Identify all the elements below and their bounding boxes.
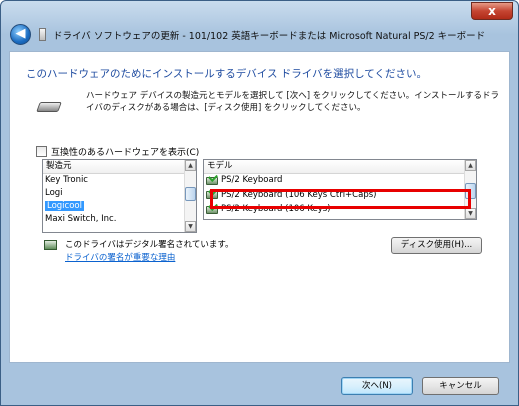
instruction-text: ハードウェア デバイスの製造元とモデルを選択して [次へ] をクリックしてくださ… <box>86 91 500 113</box>
manufacturer-item-selected[interactable]: Logicool <box>43 200 196 213</box>
next-button[interactable]: 次へ(N) <box>341 377 413 395</box>
manufacturer-header: 製造元 <box>43 160 196 174</box>
manufacturer-item[interactable]: Key Tronic <box>43 174 196 187</box>
window-title: ドライバ ソフトウェアの更新 - 101/102 英語キーボードまたは Micr… <box>53 31 486 42</box>
manufacturer-list[interactable]: 製造元 Key Tronic Logi Logicool Maxi Switch… <box>42 159 197 233</box>
keyboard-icon <box>36 102 62 112</box>
driver-icon <box>206 176 218 185</box>
compat-label: 互換性のあるハードウェアを表示(C) <box>51 148 200 158</box>
model-header: モデル <box>204 160 476 174</box>
model-item[interactable]: PS/2 Keyboard <box>204 174 476 187</box>
scroll-down-icon[interactable]: ▼ <box>465 208 476 219</box>
close-button[interactable]: x <box>471 2 513 20</box>
scroll-thumb[interactable] <box>185 187 196 201</box>
scroll-up-icon[interactable]: ▲ <box>465 160 476 171</box>
device-icon <box>39 28 46 41</box>
cancel-button[interactable]: キャンセル <box>422 377 499 395</box>
back-button[interactable]: ◀ <box>10 24 31 45</box>
wizard-content: このハードウェアのためにインストールするデバイス ドライバを選択してください。 … <box>9 51 510 363</box>
signature-status: このドライバはデジタル署名されています。 <box>65 240 234 250</box>
scroll-down-icon[interactable]: ▼ <box>185 221 196 232</box>
driver-update-window: x ◀ ドライバ ソフトウェアの更新 - 101/102 英語キーボードまたは … <box>0 0 519 406</box>
compat-hardware-option[interactable]: 互換性のあるハードウェアを表示(C) <box>36 145 199 158</box>
signed-driver-icon <box>44 240 57 250</box>
scroll-up-icon[interactable]: ▲ <box>185 160 196 171</box>
have-disk-button[interactable]: ディスク使用(H)... <box>391 237 482 254</box>
page-heading: このハードウェアのためにインストールするデバイス ドライバを選択してください。 <box>26 68 427 80</box>
manufacturer-item[interactable]: Logi <box>43 187 196 200</box>
compat-checkbox[interactable] <box>36 146 47 157</box>
manufacturer-item[interactable]: Maxi Switch, Inc. <box>43 213 196 226</box>
signature-info-link[interactable]: ドライバの署名が重要な理由 <box>65 251 175 263</box>
manufacturer-scrollbar[interactable]: ▲ ▼ <box>184 160 196 232</box>
red-highlight-box <box>210 189 471 209</box>
title-bar: x ◀ ドライバ ソフトウェアの更新 - 101/102 英語キーボードまたは … <box>1 1 518 45</box>
